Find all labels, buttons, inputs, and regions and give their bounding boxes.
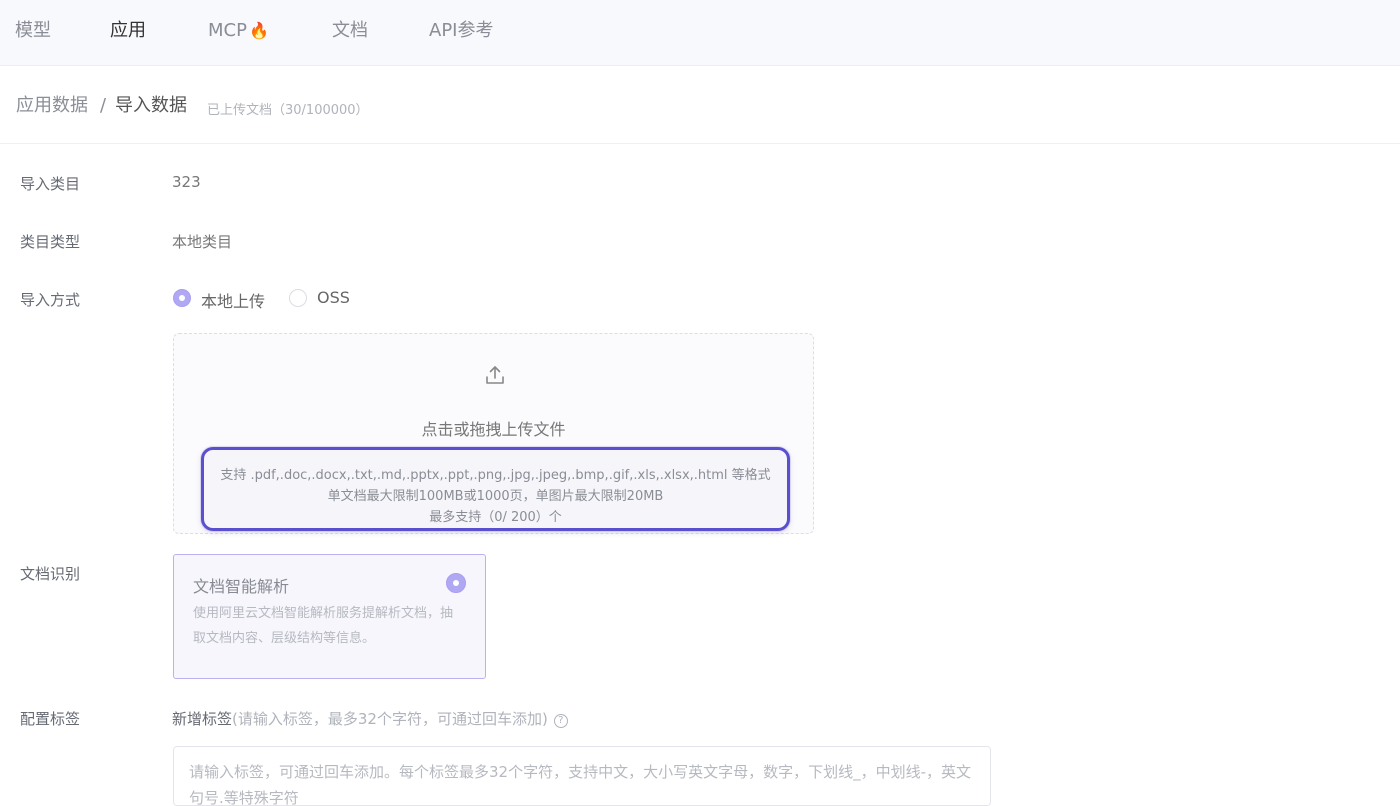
page-title: 导入数据 xyxy=(115,95,187,116)
smart-parse-description: 使用阿里云文档智能解析服务提解析文档，抽取文档内容、层级结构等信息。 xyxy=(193,606,454,646)
smart-parse-radio[interactable] xyxy=(446,573,466,593)
upload-count-text: 已上传文档（30/100000） xyxy=(207,103,369,118)
upload-hint-max: 最多支持（0/ 200）个 xyxy=(429,510,562,525)
help-icon[interactable]: ? xyxy=(553,714,568,728)
nav-tab-api-reference[interactable]: API参考 xyxy=(429,19,493,43)
category-label: 导入类目 xyxy=(20,175,81,193)
radio-oss[interactable] xyxy=(289,289,307,307)
top-nav: 模型 应用 MCP 🔥 文档 API参考 xyxy=(0,0,1400,66)
fire-icon: 🔥 xyxy=(248,21,269,40)
tags-label: 配置标签 xyxy=(20,710,81,728)
upload-hint-box: 支持 .pdf,.doc,.docx,.txt,.md,.pptx,.ppt,.… xyxy=(201,447,790,531)
radio-oss-label[interactable]: OSS xyxy=(317,288,350,307)
nav-tab-apps[interactable]: 应用 xyxy=(110,19,146,43)
breadcrumb: 应用数据 / 导入数据 已上传文档（30/100000） xyxy=(0,66,1400,144)
add-tag-line: 新增标签(请输入标签，最多32个字符，可通过回车添加)? xyxy=(172,708,568,729)
radio-local-upload[interactable] xyxy=(173,289,191,307)
doc-recognition-label: 文档识别 xyxy=(20,565,81,583)
nav-tab-docs[interactable]: 文档 xyxy=(332,19,368,43)
tags-input[interactable] xyxy=(173,746,991,806)
import-method-label: 导入方式 xyxy=(20,291,81,309)
radio-local-upload-label[interactable]: 本地上传 xyxy=(201,288,265,312)
category-type-value: 本地类目 xyxy=(172,233,233,251)
upload-hint-size: 单文档最大限制100MB或1000页，单图片最大限制20MB xyxy=(327,489,664,504)
category-value: 323 xyxy=(172,173,201,191)
upload-icon xyxy=(486,366,504,384)
category-type-label: 类目类型 xyxy=(20,233,81,251)
nav-tab-mcp-label: MCP xyxy=(208,20,247,41)
breadcrumb-app-data[interactable]: 应用数据 xyxy=(16,95,88,117)
upload-hint-formats: 支持 .pdf,.doc,.docx,.txt,.md,.pptx,.ppt,.… xyxy=(220,468,771,483)
smart-parse-title: 文档智能解析 xyxy=(193,577,290,596)
add-tag-label: 新增标签 xyxy=(172,710,233,728)
add-tag-hint: (请输入标签，最多32个字符，可通过回车添加) xyxy=(232,710,548,728)
nav-tab-models[interactable]: 模型 xyxy=(15,19,51,43)
smart-parse-card[interactable]: 文档智能解析 使用阿里云文档智能解析服务提解析文档，抽取文档内容、层级结构等信息… xyxy=(173,554,486,679)
nav-tab-mcp[interactable]: MCP 🔥 xyxy=(208,19,269,43)
upload-title: 点击或拖拽上传文件 xyxy=(421,420,566,439)
breadcrumb-separator: / xyxy=(100,95,107,116)
